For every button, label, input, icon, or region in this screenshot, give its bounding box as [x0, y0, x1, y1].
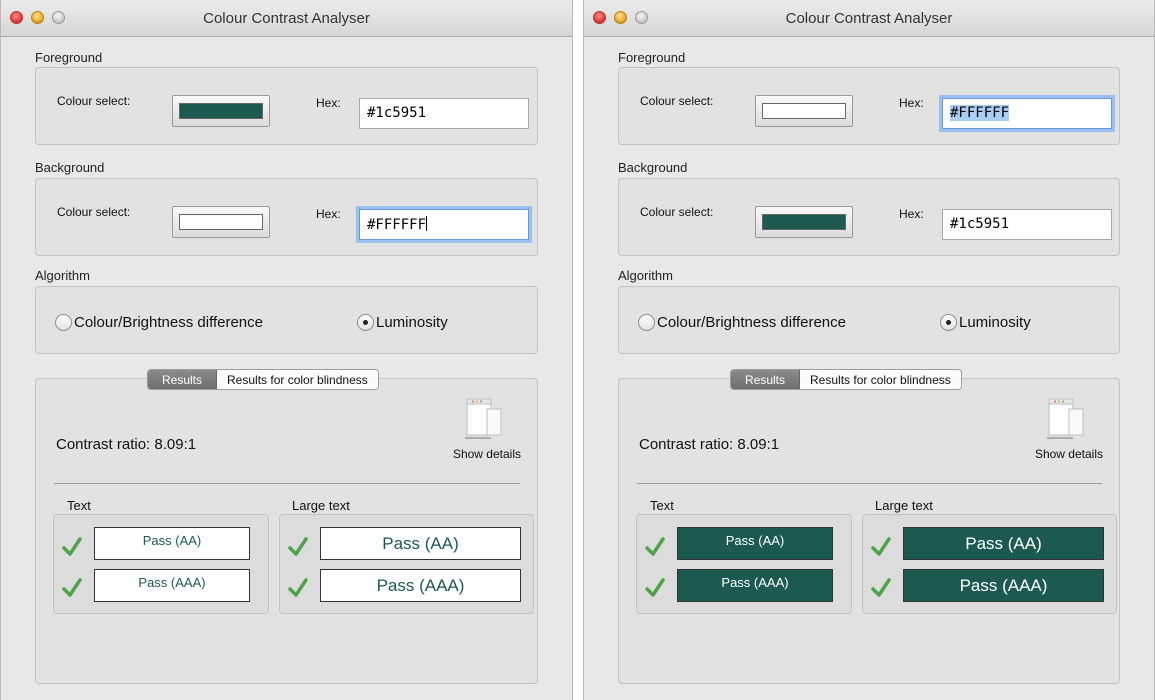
background-group: Colour select: Hex: #1c5951: [618, 178, 1120, 256]
large-text-results-box: Pass (AA) Pass (AAA): [862, 514, 1117, 614]
checkmark-icon: [62, 537, 82, 556]
divider: [637, 483, 1102, 484]
checkmark-icon: [645, 537, 665, 556]
colour-select-label: Colour select:: [57, 94, 131, 108]
show-details-icon[interactable]: [1047, 397, 1085, 441]
tab-results[interactable]: Results: [148, 370, 218, 389]
divider: [54, 483, 520, 484]
title-bar: Colour Contrast Analyser: [1, 0, 572, 37]
background-section-label: Background: [35, 160, 105, 175]
foreground-colour-swatch: [762, 103, 846, 119]
foreground-section-label: Foreground: [618, 50, 686, 65]
results-tab-bar: Results Results for color blindness: [147, 369, 379, 390]
foreground-section-label: Foreground: [35, 50, 103, 65]
results-group: Results Results for color blindness Cont…: [618, 369, 1120, 684]
algorithm-section-label: Algorithm: [35, 268, 90, 283]
algorithm-group: Colour/Brightness difference Luminosity: [618, 286, 1120, 354]
background-colour-swatch: [762, 214, 846, 230]
foreground-group: Colour select: Hex: #1c5951: [35, 67, 538, 145]
text-results-box: Pass (AA) Pass (AAA): [53, 514, 269, 614]
window-left: Colour Contrast Analyser Foreground Colo…: [0, 0, 573, 700]
background-colour-swatch: [179, 214, 263, 230]
checkmark-icon: [288, 578, 308, 597]
foreground-hex-value: #FFFFFF: [950, 105, 1010, 121]
large-text-pass-aa: Pass (AA): [903, 527, 1104, 560]
algorithm-group: Colour/Brightness difference Luminosity: [35, 286, 538, 354]
background-hex-value: #1c5951: [950, 216, 1010, 232]
checkmark-icon: [645, 578, 665, 597]
checkmark-icon: [62, 578, 82, 597]
radio-colour-brightness[interactable]: Colour/Brightness difference: [638, 314, 846, 331]
text-pass-aa: Pass (AA): [677, 527, 833, 560]
foreground-hex-value: #1c5951: [367, 105, 427, 121]
text-results-label: Text: [67, 498, 91, 513]
radio-label: Colour/Brightness difference: [74, 314, 263, 331]
results-group: Results Results for color blindness Cont…: [35, 369, 538, 684]
large-text-results-label: Large text: [292, 498, 350, 513]
foreground-group: Colour select: Hex: #FFFFFF: [618, 67, 1120, 145]
contrast-ratio: Contrast ratio: 8.09:1: [56, 436, 197, 453]
text-pass-aaa: Pass (AAA): [94, 569, 250, 602]
radio-label: Luminosity: [959, 314, 1031, 331]
foreground-colour-swatch: [179, 103, 263, 119]
text-caret: [426, 216, 428, 231]
background-colour-picker-button[interactable]: [172, 206, 270, 238]
large-text-pass-aa: Pass (AA): [320, 527, 521, 560]
text-pass-aa: Pass (AA): [94, 527, 250, 560]
large-text-pass-aaa: Pass (AAA): [903, 569, 1104, 602]
contrast-ratio: Contrast ratio: 8.09:1: [639, 436, 780, 453]
radio-button-selected-icon: [940, 314, 957, 331]
radio-button-icon: [638, 314, 655, 331]
show-details-label[interactable]: Show details: [453, 447, 521, 461]
large-text-pass-aaa: Pass (AAA): [320, 569, 521, 602]
background-group: Colour select: Hex: #FFFFFF: [35, 178, 538, 256]
hex-label: Hex:: [899, 96, 924, 110]
checkmark-icon: [871, 537, 891, 556]
background-hex-input[interactable]: #FFFFFF: [359, 209, 529, 240]
text-results-box: Pass (AA) Pass (AAA): [636, 514, 852, 614]
radio-luminosity[interactable]: Luminosity: [357, 314, 448, 331]
background-hex-input[interactable]: #1c5951: [942, 209, 1112, 240]
radio-button-selected-icon: [357, 314, 374, 331]
show-details-icon[interactable]: [465, 397, 503, 441]
tab-results[interactable]: Results: [731, 370, 801, 389]
hex-label: Hex:: [316, 96, 341, 110]
checkmark-icon: [871, 578, 891, 597]
radio-label: Colour/Brightness difference: [657, 314, 846, 331]
results-tab-bar: Results Results for color blindness: [730, 369, 962, 390]
window-right: Colour Contrast Analyser Foreground Colo…: [583, 0, 1155, 700]
colour-select-label: Colour select:: [57, 205, 131, 219]
tab-color-blindness[interactable]: Results for color blindness: [217, 370, 378, 389]
foreground-hex-input[interactable]: #1c5951: [359, 98, 529, 129]
radio-colour-brightness[interactable]: Colour/Brightness difference: [55, 314, 263, 331]
radio-button-icon: [55, 314, 72, 331]
background-hex-value: #FFFFFF: [367, 217, 427, 233]
tab-color-blindness[interactable]: Results for color blindness: [800, 370, 961, 389]
colour-select-label: Colour select:: [640, 94, 714, 108]
background-section-label: Background: [618, 160, 688, 175]
algorithm-section-label: Algorithm: [618, 268, 673, 283]
title-bar: Colour Contrast Analyser: [584, 0, 1154, 37]
foreground-hex-input[interactable]: #FFFFFF: [942, 98, 1112, 129]
colour-select-label: Colour select:: [640, 205, 714, 219]
background-colour-picker-button[interactable]: [755, 206, 853, 238]
large-text-results-label: Large text: [875, 498, 933, 513]
hex-label: Hex:: [316, 207, 341, 221]
window-title: Colour Contrast Analyser: [203, 10, 370, 27]
radio-label: Luminosity: [376, 314, 448, 331]
text-results-label: Text: [650, 498, 674, 513]
hex-label: Hex:: [899, 207, 924, 221]
large-text-results-box: Pass (AA) Pass (AAA): [279, 514, 534, 614]
foreground-colour-picker-button[interactable]: [172, 95, 270, 127]
show-details-label[interactable]: Show details: [1035, 447, 1103, 461]
window-title: Colour Contrast Analyser: [785, 10, 953, 27]
checkmark-icon: [288, 537, 308, 556]
foreground-colour-picker-button[interactable]: [755, 95, 853, 127]
text-pass-aaa: Pass (AAA): [677, 569, 833, 602]
radio-luminosity[interactable]: Luminosity: [940, 314, 1031, 331]
